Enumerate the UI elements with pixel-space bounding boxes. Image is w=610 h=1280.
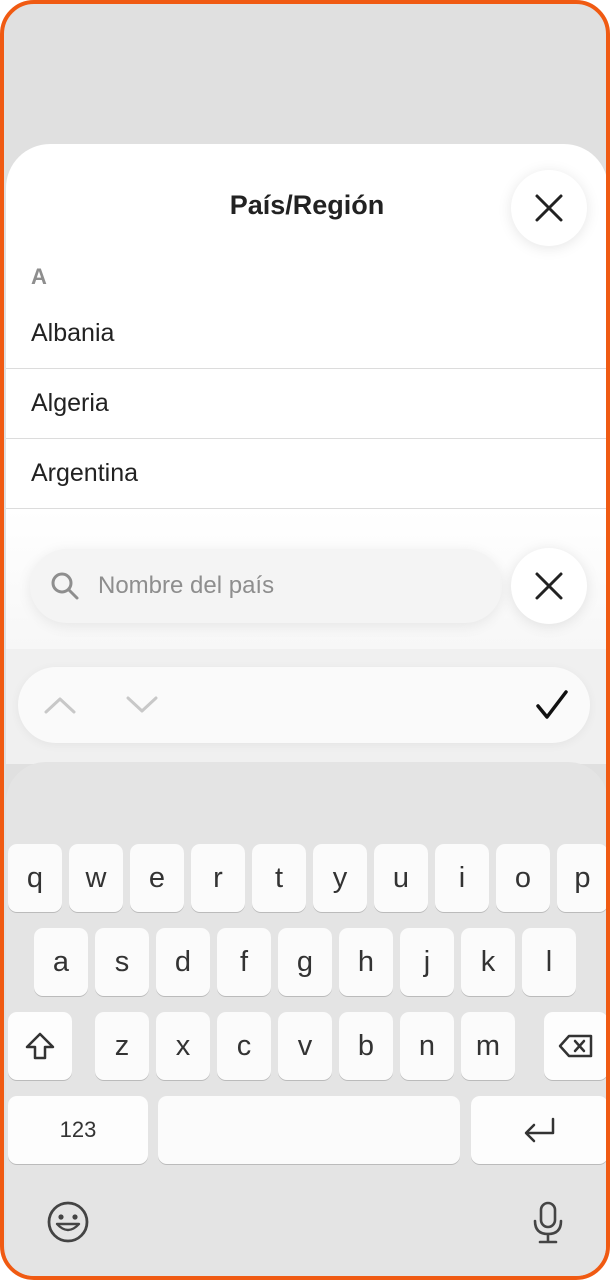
key-e[interactable]: e — [130, 844, 184, 912]
close-icon — [535, 572, 563, 600]
key-b[interactable]: b — [339, 1012, 393, 1080]
close-sheet-button[interactable] — [511, 170, 587, 246]
close-icon — [535, 194, 563, 222]
key-u[interactable]: u — [374, 844, 428, 912]
key-n[interactable]: n — [400, 1012, 454, 1080]
chevron-up-icon — [44, 697, 76, 714]
return-icon — [524, 1117, 554, 1143]
key-a[interactable]: a — [34, 928, 88, 996]
dictation-button[interactable] — [526, 1198, 570, 1248]
key-c[interactable]: c — [217, 1012, 271, 1080]
key-y[interactable]: y — [313, 844, 367, 912]
list-item-argentina[interactable]: Argentina — [6, 439, 606, 509]
backspace-icon — [558, 1034, 593, 1058]
numbers-key[interactable]: 123 — [8, 1096, 148, 1164]
country-picker-sheet: País/Región A Albania Algeria Argentina … — [6, 144, 606, 664]
return-key[interactable] — [471, 1096, 606, 1164]
done-button[interactable] — [530, 683, 574, 727]
space-key[interactable] — [158, 1096, 460, 1164]
on-screen-keyboard: q w e r t y u i o p a s d f g h j k l z … — [6, 762, 606, 1276]
checkmark-icon — [536, 690, 568, 719]
key-g[interactable]: g — [278, 928, 332, 996]
key-k[interactable]: k — [461, 928, 515, 996]
key-j[interactable]: j — [400, 928, 454, 996]
shift-key[interactable] — [8, 1012, 72, 1080]
section-header-a: A — [31, 264, 47, 289]
chevron-down-icon — [126, 696, 158, 713]
search-icon — [51, 572, 79, 600]
country-list: Albania Algeria Argentina — [6, 299, 606, 509]
keyboard-accessory-bar — [18, 667, 590, 743]
key-h[interactable]: h — [339, 928, 393, 996]
microphone-icon — [533, 1201, 563, 1244]
backspace-key[interactable] — [544, 1012, 606, 1080]
previous-field-button[interactable] — [38, 685, 82, 725]
key-o[interactable]: o — [496, 844, 550, 912]
key-f[interactable]: f — [217, 928, 271, 996]
app-frame: País/Región A Albania Algeria Argentina … — [0, 0, 610, 1280]
list-item-algeria[interactable]: Algeria — [6, 369, 606, 439]
key-i[interactable]: i — [435, 844, 489, 912]
list-item-albania[interactable]: Albania — [6, 299, 606, 369]
key-x[interactable]: x — [156, 1012, 210, 1080]
key-v[interactable]: v — [278, 1012, 332, 1080]
key-r[interactable]: r — [191, 844, 245, 912]
search-placeholder: Nombre del país — [98, 572, 275, 599]
key-d[interactable]: d — [156, 928, 210, 996]
emoji-button[interactable] — [44, 1198, 92, 1246]
key-w[interactable]: w — [69, 844, 123, 912]
key-z[interactable]: z — [95, 1012, 149, 1080]
clear-search-button[interactable] — [511, 548, 587, 624]
key-t[interactable]: t — [252, 844, 306, 912]
next-field-button[interactable] — [120, 685, 164, 725]
shift-icon — [25, 1032, 55, 1060]
key-s[interactable]: s — [95, 928, 149, 996]
key-l[interactable]: l — [522, 928, 576, 996]
key-p[interactable]: p — [557, 844, 606, 912]
key-q[interactable]: q — [8, 844, 62, 912]
search-input[interactable]: Nombre del país — [30, 549, 502, 623]
key-m[interactable]: m — [461, 1012, 515, 1080]
emoji-icon — [47, 1201, 89, 1243]
